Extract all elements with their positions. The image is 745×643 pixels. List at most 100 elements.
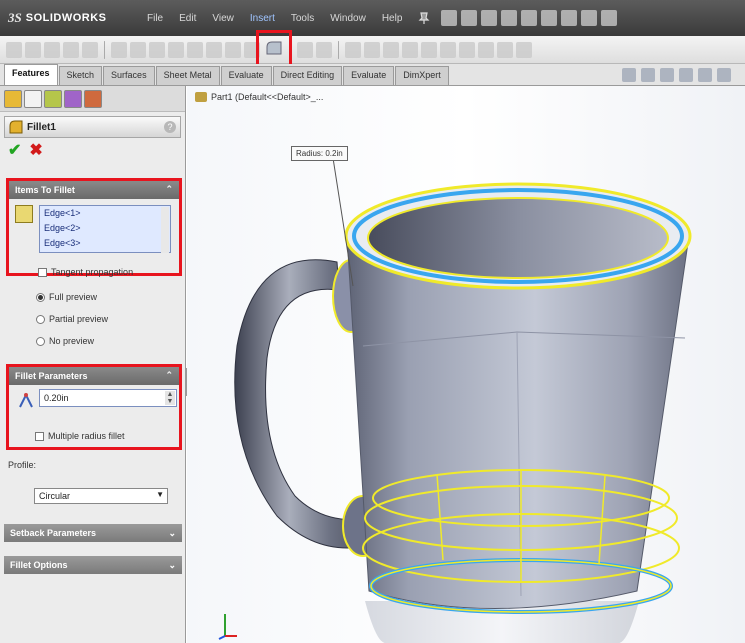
fillet-options-group[interactable]: Fillet Options ⌄	[4, 556, 182, 574]
preview-partial-option[interactable]: Partial preview	[36, 314, 108, 324]
flex-icon[interactable]	[497, 41, 513, 58]
intersect-icon[interactable]	[383, 41, 399, 58]
edge-selection-icon	[15, 205, 33, 223]
swept-cut-icon[interactable]	[149, 41, 165, 58]
setback-parameters-group[interactable]: Setback Parameters ⌄	[4, 524, 182, 542]
dimxpert-manager-tab-icon[interactable]	[64, 90, 82, 108]
zoom-to-fit-icon[interactable]	[622, 68, 636, 82]
configuration-manager-tab-icon[interactable]	[44, 90, 62, 108]
instant3d-icon[interactable]	[478, 41, 494, 58]
collapse-chevron-icon[interactable]: ⌃	[165, 184, 173, 195]
tab-surfaces[interactable]: Surfaces	[103, 66, 155, 85]
radius-spinner[interactable]: ▲ ▼	[165, 391, 175, 405]
zoom-to-area-icon[interactable]	[641, 68, 655, 82]
menu-tools[interactable]: Tools	[284, 9, 321, 28]
items-to-fillet-header[interactable]: Items To Fillet ⌃	[9, 181, 179, 199]
revolved-boss-icon[interactable]	[25, 41, 41, 58]
boundary-cut-icon[interactable]	[187, 41, 203, 58]
mug-model[interactable]	[187, 86, 745, 643]
shell-icon[interactable]	[225, 41, 241, 58]
display-manager-tab-icon[interactable]	[84, 90, 102, 108]
list-item[interactable]: Edge<1>	[40, 206, 170, 221]
tangent-propagation-checkbox[interactable]	[38, 267, 47, 277]
new-document-icon[interactable]	[441, 10, 458, 26]
help-icon[interactable]	[601, 10, 618, 26]
property-manager-tab-icon[interactable]	[24, 90, 42, 108]
no-preview-radio[interactable]	[36, 336, 45, 346]
edges-list[interactable]: Edge<1> Edge<2> Edge<3>	[39, 205, 171, 253]
list-item[interactable]: Edge<3>	[40, 236, 170, 251]
wrap-icon[interactable]	[364, 41, 380, 58]
undo-icon[interactable]	[521, 10, 538, 26]
expand-chevron-icon[interactable]: ⌄	[168, 528, 176, 539]
rebuild-icon[interactable]	[561, 10, 578, 26]
swept-boss-icon[interactable]	[44, 41, 60, 58]
expand-chevron-icon[interactable]: ⌄	[168, 560, 176, 571]
lofted-cut-icon[interactable]	[168, 41, 184, 58]
fillet-feature-header: Fillet1 ?	[4, 116, 181, 138]
freeform-icon[interactable]	[516, 41, 532, 58]
options-icon[interactable]	[581, 10, 598, 26]
solidworks-logo[interactable]: 3S SOLIDWORKS	[0, 0, 140, 36]
menu-edit[interactable]: Edit	[172, 9, 203, 28]
setback-parameters-title: Setback Parameters	[10, 528, 97, 538]
dome-icon[interactable]	[421, 41, 437, 58]
save-icon[interactable]	[481, 10, 498, 26]
display-style-icon[interactable]	[717, 68, 731, 82]
menu-view[interactable]: View	[205, 9, 241, 28]
radius-input[interactable]: 0.20in ▲ ▼	[39, 389, 177, 407]
select-icon[interactable]	[541, 10, 558, 26]
partial-preview-radio[interactable]	[36, 314, 45, 324]
cancel-x-icon[interactable]: ✖	[29, 140, 42, 160]
tab-dimxpert[interactable]: DimXpert	[395, 66, 449, 85]
graphics-area[interactable]: Part1 (Default<<Default>_... Radius: 0.2…	[187, 86, 745, 643]
preview-full-option[interactable]: Full preview	[36, 292, 97, 302]
lofted-boss-icon[interactable]	[63, 41, 79, 58]
tab-sketch[interactable]: Sketch	[58, 66, 103, 85]
collapse-chevron-icon[interactable]: ⌃	[165, 370, 173, 381]
linear-pattern-icon[interactable]	[316, 41, 332, 58]
tab-evaluate-2[interactable]: Evaluate	[343, 66, 395, 85]
items-to-fillet-group: Items To Fillet ⌃ Edge<1> Edge<2> Edge<3…	[6, 178, 182, 276]
chamfer-icon[interactable]	[297, 41, 313, 58]
previous-view-icon[interactable]	[660, 68, 674, 82]
tab-sheet-metal[interactable]: Sheet Metal	[155, 66, 220, 85]
extruded-cut-icon[interactable]	[111, 41, 127, 58]
rib-icon[interactable]	[345, 41, 361, 58]
list-item[interactable]: Edge<2>	[40, 221, 170, 236]
menu-help[interactable]: Help	[375, 9, 410, 28]
feature-manager-tab-icon[interactable]	[4, 90, 22, 108]
multiple-radius-option[interactable]: Multiple radius fillet	[35, 431, 125, 441]
ok-check-icon[interactable]: ✔	[8, 140, 21, 160]
tab-features[interactable]: Features	[4, 64, 58, 85]
revolved-cut-icon[interactable]	[130, 41, 146, 58]
fillet-parameters-header[interactable]: Fillet Parameters ⌃	[9, 367, 179, 385]
menu-insert[interactable]: Insert	[243, 9, 282, 28]
full-preview-label: Full preview	[49, 292, 98, 302]
profile-dropdown[interactable]: Circular ▼	[34, 488, 168, 504]
radius-callout[interactable]: Radius: 0.2in	[291, 146, 348, 161]
help-icon[interactable]: ?	[164, 121, 176, 133]
menu-window[interactable]: Window	[323, 9, 373, 28]
open-icon[interactable]	[461, 10, 478, 26]
full-preview-radio[interactable]	[36, 292, 45, 302]
boundary-boss-icon[interactable]	[82, 41, 98, 58]
curves-icon[interactable]	[459, 41, 475, 58]
tangent-propagation-option[interactable]: Tangent propagation	[38, 267, 133, 277]
tab-evaluate[interactable]: Evaluate	[220, 66, 272, 85]
hole-wizard-icon[interactable]	[206, 41, 222, 58]
tab-direct-editing[interactable]: Direct Editing	[272, 66, 343, 85]
multiple-radius-checkbox[interactable]	[35, 431, 44, 441]
fillet-tool-button[interactable]	[256, 30, 292, 68]
pin-icon[interactable]	[417, 11, 431, 25]
menu-file[interactable]: File	[140, 9, 170, 28]
section-view-icon[interactable]	[679, 68, 693, 82]
print-icon[interactable]	[501, 10, 518, 26]
mirror-icon[interactable]	[402, 41, 418, 58]
list-scrollbar[interactable]	[161, 207, 169, 253]
extruded-boss-icon[interactable]	[6, 41, 22, 58]
logo-mark: 3S	[8, 10, 22, 25]
preview-none-option[interactable]: No preview	[36, 336, 94, 346]
reference-geometry-icon[interactable]	[440, 41, 456, 58]
view-orientation-icon[interactable]	[698, 68, 712, 82]
